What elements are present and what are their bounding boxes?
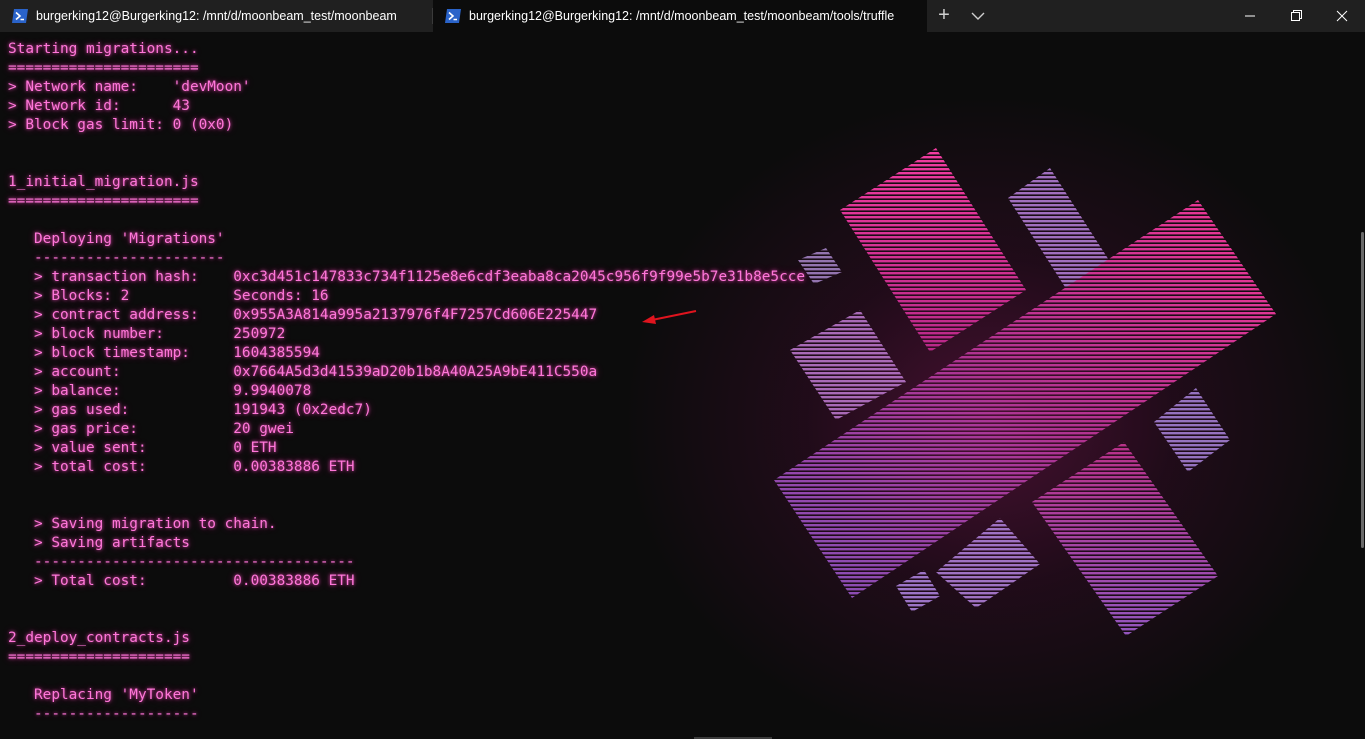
tab-title: burgerking12@Burgerking12: /mnt/d/moonbe… [36,9,397,23]
terminal-line: > Network id: 43 [8,98,190,114]
terminal-line: Deploying 'Migrations' [8,231,225,247]
terminal-line: 1_initial_migration.js [8,174,199,190]
close-icon[interactable] [1319,0,1365,32]
terminal-line: > Saving artifacts [8,535,190,551]
terminal-line: 2_deploy_contracts.js [8,630,190,646]
terminal-line: > total cost: 0.00383886 ETH [8,459,355,475]
terminal-line: ------------------- [8,706,199,722]
terminal-line: > Blocks: 2 Seconds: 16 [8,288,329,304]
powershell-icon [445,9,461,23]
minimize-icon[interactable] [1227,0,1273,32]
chevron-down-icon[interactable] [966,4,990,28]
tab-title: burgerking12@Burgerking12: /mnt/d/moonbe… [469,9,895,23]
terminal-line: ====================== [8,60,199,76]
terminal-line: > Total cost: 0.00383886 ETH [8,573,355,589]
terminal-line: > gas used: 191943 (0x2edc7) [8,402,372,418]
terminal-window: burgerking12@Burgerking12: /mnt/d/moonbe… [0,0,1365,739]
terminal-line: > gas price: 20 gwei [8,421,294,437]
terminal-line: Replacing 'MyToken' [8,687,199,703]
terminal-line: > contract address: 0x955A3A814a995a2137… [8,307,598,323]
tab-moonbeam[interactable]: burgerking12@Burgerking12: /mnt/d/moonbe… [0,0,432,32]
terminal-line: > transaction hash: 0xc3d451c147833c734f… [8,269,806,285]
terminal-line: > Block gas limit: 0 (0x0) [8,117,234,133]
powershell-icon [12,9,28,23]
terminal-line: > block timestamp: 1604385594 [8,345,320,361]
terminal-line: > block number: 250972 [8,326,286,342]
terminal-line: > value sent: 0 ETH [8,440,277,456]
terminal-line: ====================== [8,193,199,209]
maximize-icon[interactable] [1273,0,1319,32]
terminal-line: ------------------------------------- [8,554,355,570]
terminal-line: ===================== [8,649,190,665]
terminal-output: Starting migrations... ==================… [8,40,805,724]
tab-strip: burgerking12@Burgerking12: /mnt/d/moonbe… [0,0,1365,32]
terminal-line: > account: 0x7664A5d3d41539aD20b1b8A40A2… [8,364,598,380]
tab-truffle[interactable]: burgerking12@Burgerking12: /mnt/d/moonbe… [433,0,927,32]
new-tab-button[interactable]: + [932,4,956,28]
terminal-line: > Network name: 'devMoon' [8,79,251,95]
terminal-line: > Saving migration to chain. [8,516,277,532]
scrollbar-thumb[interactable] [1361,232,1364,548]
terminal-line: Starting migrations... [8,41,199,57]
terminal-line: ---------------------- [8,250,225,266]
terminal-pane[interactable]: Starting migrations... ==================… [0,32,1365,739]
terminal-line: > balance: 9.9940078 [8,383,312,399]
